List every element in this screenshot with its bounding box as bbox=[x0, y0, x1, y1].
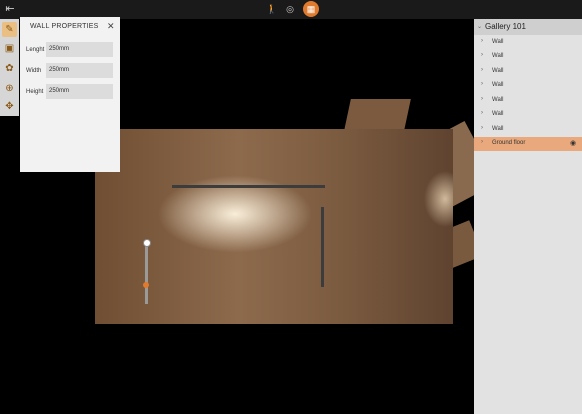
wall-start-handle[interactable] bbox=[143, 239, 151, 247]
tree-item-label: Wall bbox=[492, 68, 504, 74]
tree-item-label: Wall bbox=[492, 126, 504, 132]
floor-main bbox=[95, 129, 453, 324]
gallery-title: Gallery 101 bbox=[485, 22, 526, 31]
tree-item-label: Wall bbox=[492, 53, 504, 59]
wall-segment[interactable] bbox=[321, 207, 324, 287]
panel-title: WALL PROPERTIES bbox=[30, 23, 99, 30]
tree-item-label: Wall bbox=[492, 39, 504, 45]
length-field[interactable]: 250mm bbox=[46, 42, 113, 57]
wall-properties-panel: WALL PROPERTIES ✕ Lenght 250mm Width 250… bbox=[20, 17, 120, 172]
orbit-mode-icon[interactable]: ◎ bbox=[283, 2, 297, 16]
length-label: Lenght bbox=[26, 47, 45, 53]
height-field[interactable]: 250mm bbox=[46, 84, 113, 99]
tree-item-wall[interactable]: › Wall bbox=[474, 79, 582, 93]
tree-item-wall[interactable]: › Wall bbox=[474, 123, 582, 137]
back-icon[interactable]: ⇤ bbox=[3, 3, 17, 16]
tree-item-label: Wall bbox=[492, 82, 504, 88]
chevron-right-icon: › bbox=[481, 125, 483, 131]
height-label: Height bbox=[26, 89, 44, 95]
tree-item-wall[interactable]: › Wall bbox=[474, 65, 582, 79]
tree-item-wall[interactable]: › Wall bbox=[474, 94, 582, 108]
tree-item-wall[interactable]: › Wall bbox=[474, 36, 582, 50]
chevron-right-icon: › bbox=[481, 38, 483, 44]
chevron-right-icon: › bbox=[481, 81, 483, 87]
tree-item-label: Ground floor bbox=[492, 140, 526, 146]
chevron-right-icon: › bbox=[481, 110, 483, 116]
tree-item-label: Wall bbox=[492, 111, 504, 117]
chevron-right-icon: › bbox=[481, 139, 483, 145]
tree-item-wall[interactable]: › Wall bbox=[474, 108, 582, 122]
wall-segment-selected[interactable] bbox=[145, 241, 148, 304]
width-label: Width bbox=[26, 68, 42, 74]
walk-mode-icon[interactable]: 🚶 bbox=[265, 2, 279, 16]
wall-segment[interactable] bbox=[172, 185, 325, 188]
chevron-right-icon: › bbox=[481, 96, 483, 102]
signal-icon: ◉ bbox=[570, 140, 577, 147]
tree-item-label: Wall bbox=[492, 97, 504, 103]
floorplan-mode-icon[interactable]: ▦ bbox=[303, 1, 319, 17]
scene-tree-panel: ⌄ Gallery 101 › Wall › Wall › Wall › Wal… bbox=[474, 19, 582, 414]
tree-item-wall[interactable]: › Wall bbox=[474, 50, 582, 64]
chevron-right-icon: › bbox=[481, 67, 483, 73]
tree-item-ground-floor[interactable]: › Ground floor ◉ bbox=[474, 137, 582, 151]
close-icon[interactable]: ✕ bbox=[107, 21, 115, 32]
chevron-right-icon: › bbox=[481, 52, 483, 58]
width-field[interactable]: 250mm bbox=[46, 63, 113, 78]
scene-tree-header[interactable]: ⌄ Gallery 101 bbox=[474, 19, 582, 35]
wall-end-handle[interactable] bbox=[143, 282, 149, 288]
chevron-down-icon: ⌄ bbox=[477, 24, 483, 30]
